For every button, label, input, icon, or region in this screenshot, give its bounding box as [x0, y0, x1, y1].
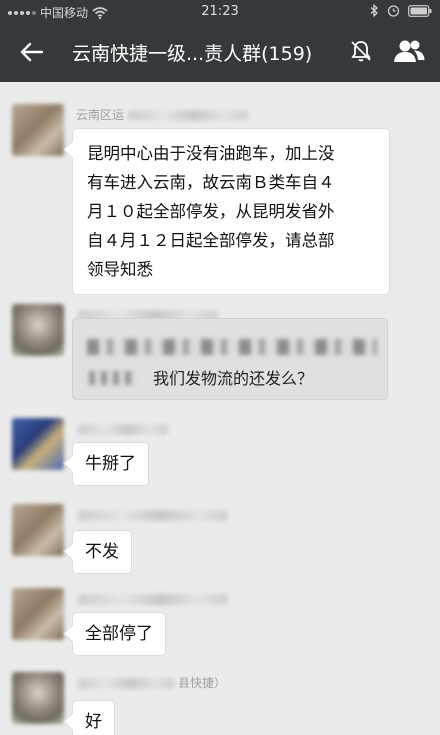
chat-message: 县快捷） 好 — [0, 668, 440, 735]
message-text: 领导知悉 — [87, 260, 153, 279]
avatar[interactable] — [12, 104, 64, 156]
battery-icon — [408, 4, 432, 17]
message-text: 昆明中心由于没有油跑车，加上没 — [87, 144, 335, 163]
sender-name: 县快捷） — [178, 676, 227, 690]
chat-header: 云南快捷一级...责人群(159) — [0, 22, 440, 82]
mute-icon — [351, 41, 371, 62]
blurred-sender-name — [78, 678, 174, 689]
bluetooth-icon — [370, 4, 378, 17]
blurred-quote-text — [89, 371, 137, 385]
avatar[interactable] — [12, 504, 64, 556]
message-bubble[interactable]: 全部停了 — [72, 612, 166, 656]
message-bubble[interactable]: 昆明中心由于没有油跑车，加上没 有车进入云南，故云南Ｂ类车自４ 月１０起全部停发… — [72, 128, 390, 295]
avatar[interactable] — [12, 418, 64, 470]
message-bubble[interactable]: 不发 — [72, 530, 132, 574]
avatar[interactable] — [12, 672, 64, 724]
status-bar: 中国移动 21:23 — [0, 0, 440, 22]
message-text: 我们发物流的还发么？ — [153, 369, 314, 388]
avatar[interactable] — [12, 304, 64, 356]
blurred-sender-name — [78, 510, 228, 521]
message-text: 自４月１２日起全部停发，请总部 — [87, 231, 335, 250]
message-text: 不发 — [85, 542, 119, 562]
blurred-sender-name — [128, 110, 248, 121]
chat-message: 全部停了 — [0, 584, 440, 664]
quoted-message[interactable]: 我们发物流的还发么？ — [72, 318, 388, 400]
avatar[interactable] — [12, 588, 64, 640]
message-text: 好 — [85, 712, 102, 732]
chat-message: 牛掰了 — [0, 414, 440, 494]
chat-message: 云南区运 昆明中心由于没有油跑车，加上没 有车进入云南，故云南Ｂ类车自４ 月１０… — [0, 100, 440, 295]
chat-message: 不发 — [0, 500, 440, 580]
chat-title: 云南快捷一级...责人群(159) — [72, 43, 313, 65]
message-text: 牛掰了 — [85, 454, 136, 474]
blurred-sender-name — [78, 424, 168, 435]
group-members-icon[interactable] — [392, 38, 426, 64]
message-bubble[interactable]: 好 — [72, 700, 115, 735]
blurred-quote-text — [87, 339, 377, 355]
message-text: 全部停了 — [85, 624, 153, 644]
back-arrow-icon[interactable] — [16, 36, 48, 68]
sender-name: 云南区运 — [76, 108, 125, 122]
message-text: 有车进入云南，故云南Ｂ类车自４ — [87, 173, 335, 192]
message-text: 月１０起全部停发，从昆明发省外 — [87, 202, 335, 221]
blurred-sender-name — [78, 594, 228, 605]
message-bubble[interactable]: 牛掰了 — [72, 442, 149, 486]
alarm-icon — [387, 5, 400, 17]
